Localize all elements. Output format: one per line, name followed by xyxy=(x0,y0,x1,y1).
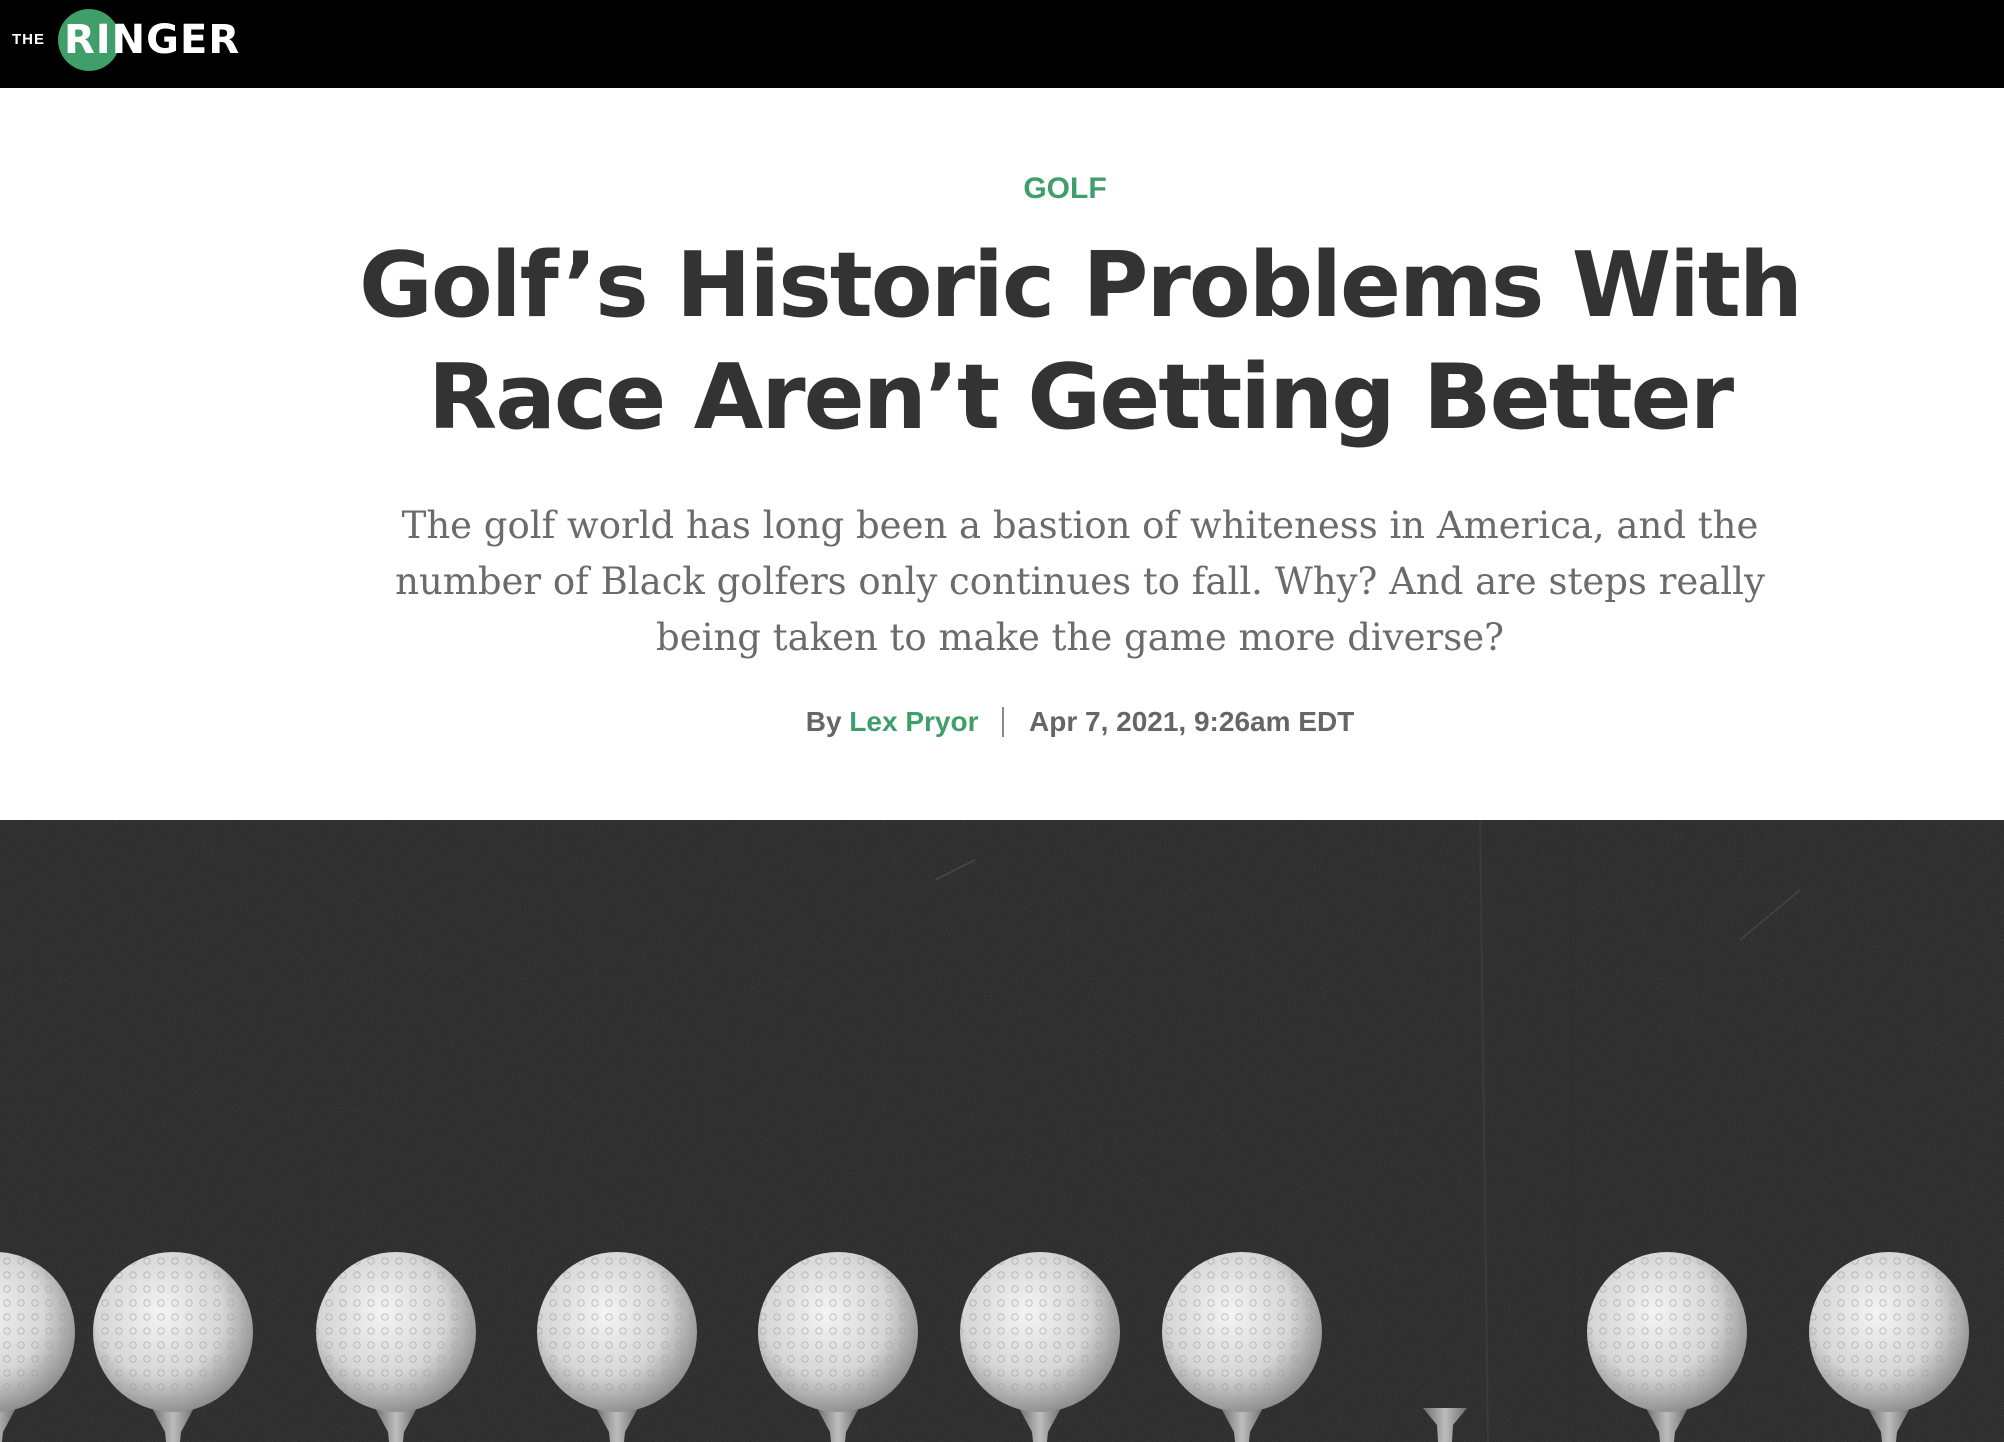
article-header: GOLF Golf’s Historic Problems With Race … xyxy=(0,88,2004,820)
byline-divider xyxy=(1002,706,1005,737)
author-link[interactable]: Lex Pryor xyxy=(849,706,978,737)
golf-ball-dimples xyxy=(960,1252,1120,1412)
golf-ball-dimples xyxy=(537,1252,697,1412)
logo-prefix: THE xyxy=(12,31,45,48)
golf-ball-dimples xyxy=(1809,1252,1969,1412)
article-headline: Golf’s Historic Problems With Race Aren’… xyxy=(359,233,1803,450)
golf-ball-dimples xyxy=(1587,1252,1747,1412)
publish-timestamp: Apr 7, 2021, 9:26am EDT xyxy=(1029,706,1355,737)
golf-ball-dimples xyxy=(758,1252,918,1412)
golf-balls-on-tees-image xyxy=(0,820,2004,1442)
article-dek: The golf world has long been a bastion o… xyxy=(395,504,1765,659)
ringer-logo-link[interactable]: THE RINGER xyxy=(10,6,240,76)
hero-image xyxy=(0,820,2004,1442)
golf-ball-dimples xyxy=(316,1252,476,1412)
byline: By Lex Pryor Apr 7, 2021, 9:26am EDT xyxy=(0,706,2004,739)
byline-prefix: By xyxy=(805,706,842,737)
top-navigation-bar: THE RINGER xyxy=(0,0,2004,88)
golf-ball-dimples xyxy=(1162,1252,1322,1412)
golf-ball-dimples xyxy=(93,1252,253,1412)
category-link[interactable]: GOLF xyxy=(0,172,2004,206)
logo-wordmark: RINGER xyxy=(64,17,241,63)
